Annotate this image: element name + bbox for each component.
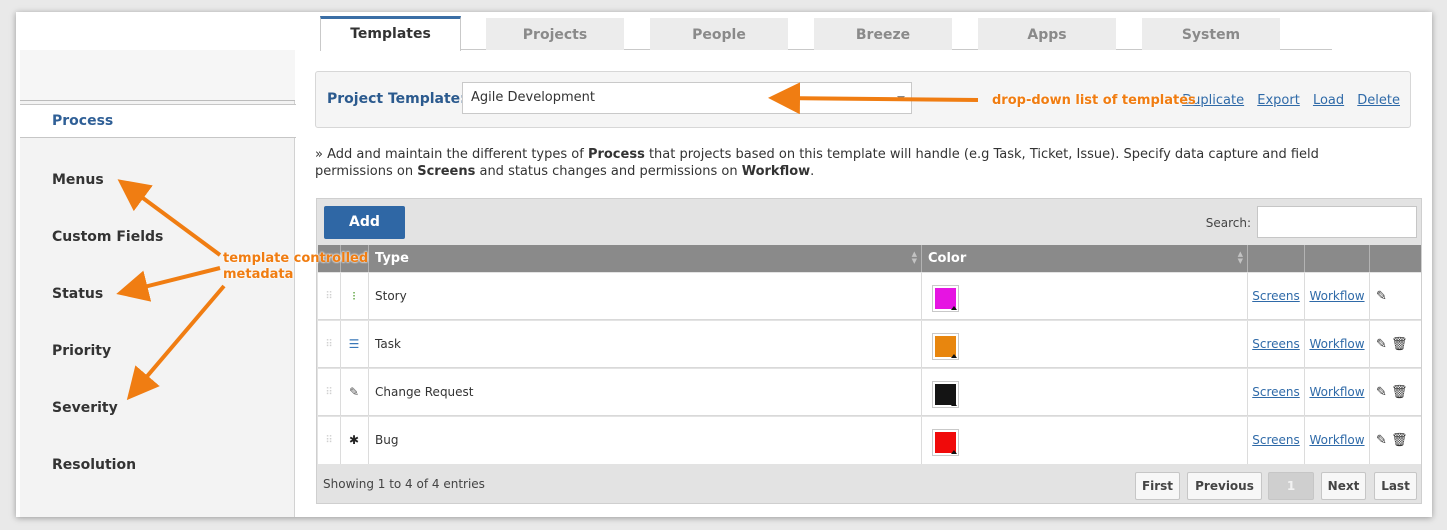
app-window: Templates Projects People Breeze Apps Sy… [16, 12, 1432, 517]
arrow-to-menus [117, 179, 222, 257]
arrow-to-status [116, 266, 221, 302]
annotation-arrows [116, 82, 979, 401]
arrow-to-dropdown [768, 82, 979, 115]
arrow-to-severity [126, 284, 226, 401]
